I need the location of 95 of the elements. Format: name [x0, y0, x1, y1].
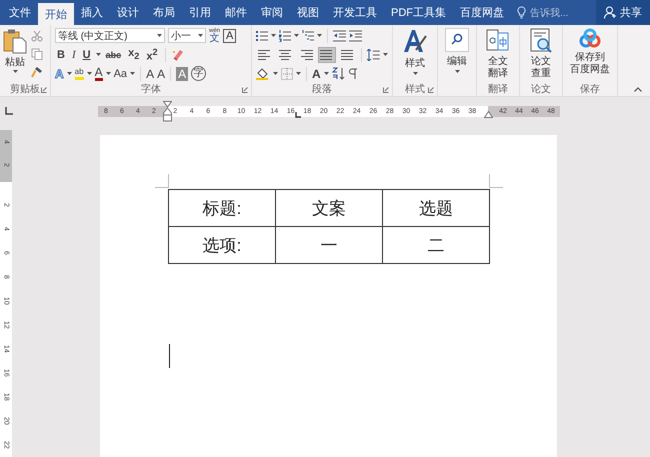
table-cell: 二	[382, 226, 490, 264]
ribbon-tab[interactable]: 审阅	[254, 0, 290, 25]
line-spacing-icon[interactable]	[367, 48, 380, 60]
eraser-icon[interactable]	[170, 48, 185, 62]
caret-icon	[412, 72, 418, 75]
format-button[interactable]: B	[55, 48, 67, 62]
table-cell: 标题:	[168, 190, 276, 226]
dialog-launcher-icon[interactable]	[383, 87, 389, 93]
caret-icon	[12, 70, 18, 73]
increase-indent-icon[interactable]	[349, 30, 362, 42]
table-cell: 文案	[276, 190, 382, 226]
caret-icon	[198, 34, 203, 37]
caret-icon	[157, 34, 162, 37]
format-button[interactable]: x$^{2}$	[144, 45, 160, 64]
sort-icon[interactable]	[332, 67, 345, 80]
ribbon-tab[interactable]: 视图	[290, 0, 326, 25]
group-label: 段落	[312, 82, 332, 96]
ribbon-tab[interactable]: 布局	[146, 0, 182, 25]
tell-me-field[interactable]: 告诉我...	[530, 6, 568, 20]
bullets-icon[interactable]	[256, 30, 268, 42]
paint-bucket-icon[interactable]	[256, 67, 270, 80]
font-name-field[interactable]: 等线 (中文正文)	[55, 28, 165, 43]
multilevel-list-icon[interactable]	[302, 30, 314, 42]
caret-icon	[106, 72, 111, 75]
character-border-button[interactable]: A	[223, 28, 236, 42]
editing-button[interactable]: 编辑	[445, 28, 469, 82]
ribbon-tab[interactable]: 开始	[38, 3, 74, 25]
dialog-launcher-icon[interactable]	[41, 87, 47, 93]
caret-icon	[454, 70, 460, 73]
translate-button[interactable]: 全文 翻译	[486, 28, 510, 82]
numbering-icon[interactable]	[279, 30, 291, 42]
decrease-indent-icon[interactable]	[333, 30, 346, 42]
caret-icon	[96, 53, 101, 56]
text-cursor	[169, 344, 170, 368]
collapse-ribbon-icon[interactable]	[634, 87, 642, 92]
caret-icon	[324, 72, 329, 75]
ribbon-tab[interactable]: 引用	[182, 0, 218, 25]
enclose-characters-button[interactable]: 字	[191, 66, 206, 81]
table-cell: 选题	[382, 190, 490, 226]
dialog-launcher-icon[interactable]	[428, 87, 434, 93]
caret-icon	[271, 34, 276, 37]
caret-icon	[66, 72, 72, 75]
highlight-button[interactable]: ab	[74, 67, 84, 80]
cloud-logo-icon	[578, 28, 602, 50]
caret-icon	[273, 72, 278, 75]
format-button[interactable]: abc	[104, 48, 124, 62]
magnifier-icon	[445, 28, 469, 52]
ribbon-tab[interactable]: 百度网盘	[453, 0, 511, 25]
format-button[interactable]: x$_{2}$	[126, 46, 142, 64]
save-to-cloud-button[interactable]: 保存到 百度网盘	[570, 28, 610, 82]
paper-check-button[interactable]: 论文 查重	[529, 28, 553, 82]
shrink-font-button[interactable]: A	[157, 66, 166, 80]
caret-icon	[317, 34, 322, 37]
ribbon-tab[interactable]: 插入	[74, 0, 110, 25]
group-label: 剪贴板	[10, 82, 40, 96]
letter-brush-icon	[402, 28, 428, 54]
group-label: 保存	[580, 83, 600, 96]
ribbon-tab[interactable]: 设计	[110, 0, 146, 25]
clipboard-icon	[3, 28, 27, 54]
right-indent-marker-icon[interactable]	[484, 110, 493, 118]
paste-button[interactable]: 粘贴	[3, 28, 27, 82]
group-label: 字体	[141, 82, 161, 96]
caret-icon	[130, 72, 136, 75]
paragraph-mark-icon[interactable]	[348, 68, 358, 80]
tab-stop-icon[interactable]	[295, 112, 301, 118]
ribbon-tab[interactable]: 文件	[2, 0, 38, 25]
person-icon	[604, 6, 617, 19]
group-label: 翻译	[488, 82, 508, 96]
ribbon-tab[interactable]: 开发工具	[326, 0, 384, 25]
caret-icon	[86, 72, 92, 75]
styles-button[interactable]: 样式	[402, 28, 428, 82]
font-color-button[interactable]: A	[94, 66, 103, 80]
lightbulb-icon	[517, 6, 526, 19]
indent-marker-icon[interactable]	[163, 100, 172, 122]
group-label: 论文	[531, 82, 551, 96]
document-search-icon	[529, 28, 553, 54]
ribbon-tab[interactable]: 邮件	[218, 0, 254, 25]
asian-layout-button[interactable]: A	[312, 66, 321, 80]
group-label: 样式	[405, 82, 425, 96]
share-button[interactable]: 共享	[596, 0, 650, 25]
dialog-launcher-icon[interactable]	[242, 87, 248, 93]
font-size-field[interactable]: 小一	[168, 28, 206, 43]
caret-icon	[296, 72, 301, 75]
caret-icon	[294, 34, 299, 37]
caret-icon	[383, 53, 388, 56]
table-cell: 一	[276, 226, 382, 264]
format-painter-icon[interactable]	[31, 66, 43, 78]
align-button[interactable]	[318, 46, 336, 62]
grow-font-button[interactable]: A	[146, 66, 154, 80]
format-button[interactable]: I	[70, 48, 78, 62]
format-button[interactable]: U	[80, 48, 93, 62]
ribbon-tab[interactable]: PDF工具集	[384, 0, 453, 25]
table-cell: 选项:	[168, 226, 276, 264]
change-case-button[interactable]: Aa	[114, 66, 128, 80]
tab-stop-selector-icon[interactable]	[5, 107, 13, 115]
